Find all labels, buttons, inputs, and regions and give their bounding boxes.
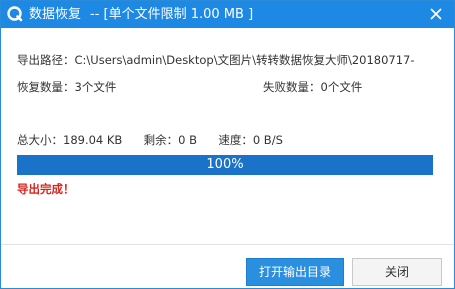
stats-row: 总大小：189.04 KB 剩余：0 B 速度：0 B/S (17, 132, 283, 148)
progress-percent-text: 100% (206, 157, 244, 172)
recovered-count-value: 3个文件 (74, 80, 117, 94)
window-title: 数据恢复 (29, 7, 82, 22)
app-logo-icon (7, 6, 23, 22)
total-size-label: 总大小： (17, 133, 63, 147)
export-path-label: 导出路径： (17, 53, 75, 67)
file-size-limit: -- [单个文件限制 1.00 MB ] (90, 7, 254, 22)
recovery-dialog: 数据恢复 -- [单个文件限制 1.00 MB ] 导出路径：C:\Users\… (0, 0, 455, 289)
remaining-label: 剩余： (143, 133, 179, 147)
speed-label: 速度： (218, 133, 253, 147)
export-path-value: C:\Users\admin\Desktop\文图片\转转数据恢复大师\2018… (74, 53, 415, 67)
failed-count-row: 失败数量：0个文件 (263, 79, 362, 95)
speed-value: 0 B/S (252, 133, 283, 147)
export-status-text: 导出完成！ (17, 182, 75, 196)
failed-count-label: 失败数量： (263, 80, 321, 94)
recovered-count-row: 恢复数量：3个文件 (17, 79, 116, 95)
footer-divider (1, 244, 454, 245)
remaining-value: 0 B (178, 133, 198, 147)
title-bar: 数据恢复 -- [单个文件限制 1.00 MB ] (1, 1, 454, 28)
recovered-count-label: 恢复数量： (17, 80, 75, 94)
close-button[interactable]: 关闭 (352, 258, 442, 286)
failed-count-value: 0个文件 (320, 80, 363, 94)
close-icon[interactable] (426, 4, 446, 24)
total-size-value: 189.04 KB (63, 133, 123, 147)
open-output-directory-button[interactable]: 打开输出目录 (246, 258, 344, 286)
progress-bar: 100% (17, 155, 433, 175)
export-path-row: 导出路径：C:\Users\admin\Desktop\文图片\转转数据恢复大师… (17, 52, 415, 68)
